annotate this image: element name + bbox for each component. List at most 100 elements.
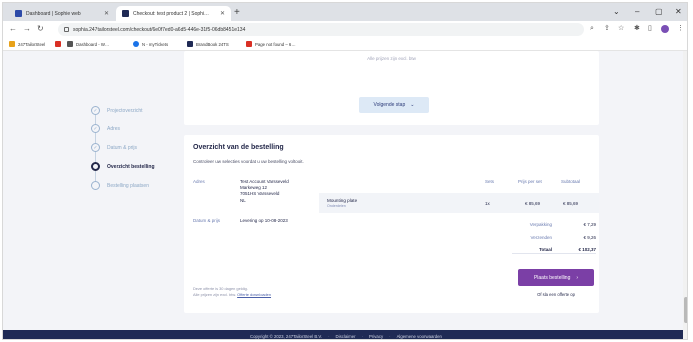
step-label: Datum & prijs [107, 144, 138, 151]
step-date-price[interactable]: ✓ Datum & prijs [91, 143, 137, 152]
delivery-date: Levering op 10-08-2023 [240, 218, 288, 223]
minimize-icon[interactable]: – [635, 6, 639, 18]
step-label: Overzicht bestelling [107, 163, 155, 170]
bookmarks-bar: 247TailorSteel Dashboard - W… N - myTick… [3, 38, 687, 51]
footer-separator: · [361, 333, 364, 339]
close-tab-icon[interactable]: ✕ [220, 10, 225, 17]
chevron-right-icon: › [576, 274, 579, 281]
check-icon: ✓ [91, 106, 100, 115]
step-label: Projectoverzicht [107, 107, 143, 114]
total-label: Totaal [539, 247, 552, 252]
lock-icon [64, 27, 69, 32]
bookmark-page-not-found[interactable]: Page not found – 6… [246, 41, 296, 47]
col-sets: Sets [485, 179, 495, 184]
product-subtotal: € 85,69 [563, 201, 579, 206]
footer-copyright: Copyright © 2023, 247TailorSteel B.V. [250, 333, 323, 339]
address-toolbar: ← → ↻ sophia.247tailorsteel.com/checkout… [3, 21, 687, 38]
footer-link-disclaimer[interactable]: Disclaimer [336, 334, 356, 339]
tab-checkout[interactable]: Checkout: test product 2 | Sophi… ✕ [116, 6, 231, 21]
step-order-overview: Overzicht bestelling [91, 162, 155, 171]
vat-disclaimer: Alle prijzen zijn excl. btw. Offerte dow… [193, 292, 271, 297]
tab-favicon-icon [122, 10, 129, 17]
packaging-value: € 7,29 [583, 222, 596, 227]
bookmark-star-icon[interactable]: ☆ [618, 24, 624, 34]
place-order-button[interactable]: Plaats bestelling › [518, 269, 594, 286]
order-overview-card: Overzicht van de bestelling Controleer u… [184, 135, 599, 313]
tab-label: Dashboard | Sophie web [26, 10, 81, 17]
col-price-per-set: Prijs per set [518, 179, 542, 184]
tab-dashboard[interactable]: Dashboard | Sophie web ✕ [9, 6, 115, 21]
address-label: Adres [193, 179, 205, 184]
chevron-down-icon: ⌄ [410, 102, 415, 108]
bookmark-favicon-icon [246, 41, 252, 47]
place-order-label: Plaats bestelling [533, 274, 571, 281]
menu-icon[interactable]: ⋮ [677, 24, 684, 34]
step-label: Bestelling plaatsen [107, 182, 149, 189]
tab-label: Checkout: test product 2 | Sophi… [133, 10, 210, 17]
close-window-icon[interactable]: ✕ [675, 6, 682, 18]
profile-avatar[interactable] [661, 25, 669, 33]
product-price-per-set: € 85,69 [525, 201, 541, 206]
check-icon: ✓ [91, 124, 100, 133]
step-label: Adres [107, 125, 121, 132]
footer-link-terms[interactable]: Algemene voorwaarden [397, 334, 442, 339]
product-sets: 1x [485, 201, 490, 206]
previous-step-card: Alle prijzen zijn excl. btw Volgende sta… [184, 51, 599, 125]
forward-icon[interactable]: → [23, 23, 31, 35]
vat-note: Alle prijzen zijn excl. btw [367, 56, 416, 61]
back-icon[interactable]: ← [9, 23, 17, 35]
new-tab-icon[interactable]: + [234, 7, 240, 19]
share-icon[interactable]: ⇪ [604, 24, 610, 34]
bookmark-favicon-icon [55, 41, 61, 47]
bookmark-brandbook[interactable]: BrandBook 24TS [187, 41, 229, 47]
next-step-button[interactable]: Volgende stap ⌄ [359, 97, 429, 113]
bookmark-label: BrandBook 24TS [196, 41, 229, 47]
step-place-order: Bestelling plaatsen [91, 181, 149, 190]
tab-strip: Dashboard | Sophie web ✕ Checkout: test … [3, 3, 687, 21]
totals-divider [512, 253, 596, 254]
vat-disclaimer-text: Alle prijzen zijn excl. btw. [193, 292, 237, 297]
scrollbar-thumb[interactable] [684, 297, 687, 323]
extensions-icon[interactable]: ✱ [634, 24, 640, 34]
sidepanel-icon[interactable]: ▯ [648, 24, 652, 34]
bookmark-label: N - myTickets [142, 41, 169, 47]
bookmark-dashboard[interactable]: Dashboard - W… [67, 41, 109, 47]
address-line: NL [240, 197, 246, 203]
shipping-label: Verzenden [530, 235, 552, 240]
reload-icon[interactable]: ↻ [37, 23, 44, 35]
quote-validity-note: Deze offerte is 30 dagen geldig. [193, 286, 248, 291]
bookmark-red[interactable] [55, 41, 64, 47]
bookmark-mytickets[interactable]: N - myTickets [133, 41, 168, 47]
maximize-icon[interactable]: ▢ [655, 6, 663, 18]
current-step-icon [91, 162, 100, 171]
pending-step-icon [91, 181, 100, 190]
footer-link-privacy[interactable]: Privacy [369, 334, 383, 339]
zoom-icon[interactable]: ⌕ [590, 24, 594, 34]
page-scrollbar[interactable] [683, 51, 687, 339]
product-category: Onderdelen [327, 204, 346, 208]
browser-window: Dashboard | Sophie web ✕ Checkout: test … [2, 2, 688, 340]
bookmark-label: Page not found – 6… [255, 41, 296, 47]
overview-title: Overzicht van de bestelling [193, 144, 284, 151]
footer-separator: · [389, 333, 391, 339]
overview-subtitle: Controleer uw selecties voordat u uw bes… [193, 159, 304, 164]
download-quote-link[interactable]: Offerte downloaden [237, 292, 271, 297]
bookmark-label: 247TailorSteel [18, 41, 46, 47]
tab-search-icon[interactable]: ⌄ [613, 6, 620, 18]
col-subtotal: Subtotaal [561, 179, 581, 184]
url-field[interactable]: sophia.247tailorsteel.com/checkout/6e0f7… [58, 23, 584, 36]
bookmark-247tailorsteel[interactable]: 247TailorSteel [9, 41, 45, 47]
save-quote-link[interactable]: Of sla een offerte op [518, 292, 594, 297]
shipping-value: € 9,26 [583, 235, 596, 240]
bookmark-favicon-icon [133, 41, 139, 47]
bookmark-favicon-icon [9, 41, 15, 47]
close-tab-icon[interactable]: ✕ [104, 10, 109, 17]
step-project-overview[interactable]: ✓ Projectoverzicht [91, 106, 143, 115]
step-address[interactable]: ✓ Adres [91, 124, 120, 133]
url-text: sophia.247tailorsteel.com/checkout/6e0f7… [73, 26, 246, 33]
bookmark-favicon-icon [187, 41, 193, 47]
date-price-label: Datum & prijs [193, 218, 221, 223]
total-value: € 102,37 [578, 247, 596, 252]
packaging-label: Verpakking [529, 222, 552, 227]
footer-separator: · [328, 333, 330, 339]
